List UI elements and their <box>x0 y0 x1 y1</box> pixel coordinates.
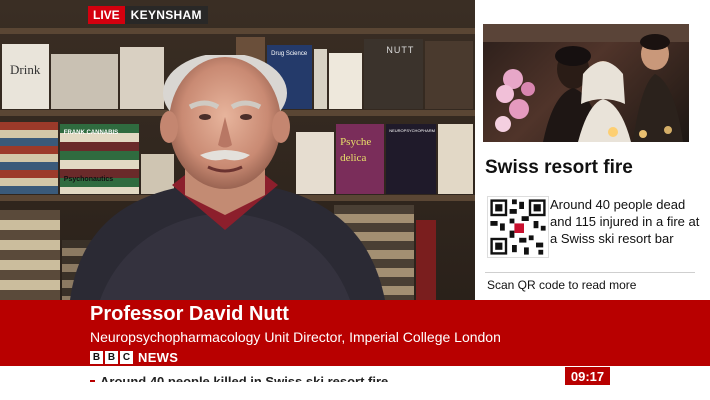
book-stack <box>0 210 60 300</box>
qr-instruction: Scan QR code to read more <box>487 278 637 292</box>
lower-third-banner: Professor David Nutt Neuropsychopharmaco… <box>0 300 710 366</box>
speaker-video <box>70 55 385 300</box>
book <box>438 124 473 194</box>
side-panel-title: Swiss resort fire <box>485 157 633 178</box>
book: NEUROPSYCHOPHARM <box>386 124 437 194</box>
qr-code-graphic <box>488 197 548 257</box>
location-label: KEYNSHAM <box>124 6 208 24</box>
book-title: Drink <box>10 62 41 77</box>
book <box>424 41 473 109</box>
book-stack <box>0 122 58 194</box>
side-panel-description: Around 40 people dead and 115 injured in… <box>550 197 700 246</box>
bbc-news-logo: B B C NEWS <box>90 350 178 365</box>
bbc-logo-letter: C <box>120 351 133 364</box>
mourners-photo-illustration <box>483 24 689 142</box>
bbc-logo-letter: B <box>105 351 118 364</box>
side-panel-divider <box>485 272 695 273</box>
book-title: NEUROPSYCHOPHARM <box>389 128 436 133</box>
ticker-headline-text: Around 40 people killed in Swiss ski res… <box>100 374 389 389</box>
live-label: LIVE <box>88 6 125 24</box>
video-frame: Drink Drug Science NUTT FRANK CANNABIS P… <box>0 0 475 300</box>
news-photo <box>483 24 689 142</box>
bbc-logo-letter: B <box>90 351 103 364</box>
qr-code-icon[interactable] <box>487 196 549 258</box>
ticker-headline: Around 40 people killed in Swiss ski res… <box>90 374 389 389</box>
book: Drink <box>2 44 49 109</box>
live-badge: LIVE KEYNSHAM <box>88 6 208 24</box>
book <box>416 220 436 300</box>
side-panel: Swiss resort fire Around 40 people dead … <box>475 0 710 300</box>
speaker-name: Professor David Nutt <box>90 303 289 325</box>
ticker-bullet-icon <box>90 380 95 382</box>
broadcast-clock: 09:17 <box>565 367 610 385</box>
speaker-role: Neuropsychopharmacology Unit Director, I… <box>90 329 501 345</box>
news-wordmark: NEWS <box>138 350 179 365</box>
book-title: NUTT <box>386 45 415 55</box>
